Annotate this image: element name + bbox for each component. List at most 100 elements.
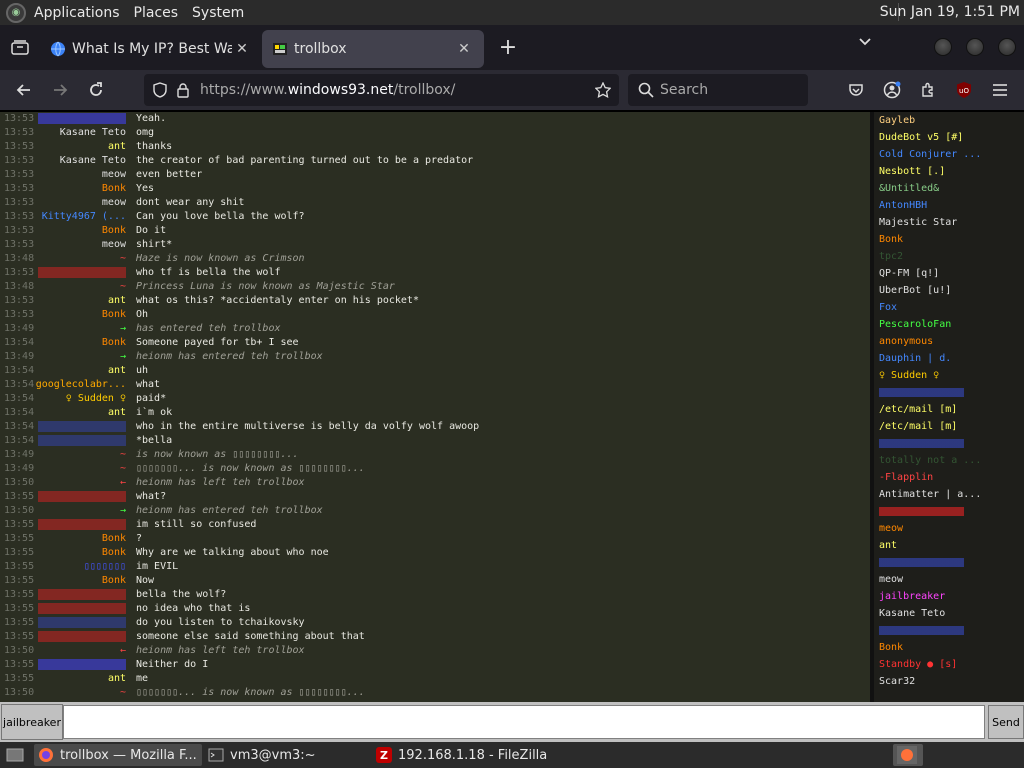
user-list-item[interactable] <box>874 503 1024 520</box>
message-nick[interactable]: ▯▯▯▯▯▯▯ <box>84 560 126 574</box>
shield-icon[interactable] <box>152 82 168 98</box>
message-nick[interactable] <box>38 421 126 432</box>
url-bar[interactable]: https://www.windows93.net/trollbox/ <box>144 74 619 106</box>
user-list-item[interactable]: &Untitled& <box>874 180 1024 197</box>
message-nick[interactable]: ♀ Sudden ♀ <box>66 392 126 406</box>
user-list-item[interactable]: UberBot [u!] <box>874 282 1024 299</box>
taskbar-firefox[interactable]: trollbox — Mozilla F... <box>34 744 202 766</box>
user-list-item[interactable]: meow <box>874 571 1024 588</box>
user-list-item[interactable]: Kasane Teto <box>874 605 1024 622</box>
message-nick[interactable] <box>38 491 126 502</box>
back-button[interactable] <box>6 74 42 106</box>
user-list-item[interactable] <box>874 622 1024 639</box>
user-list-item[interactable]: Scar32 <box>874 673 1024 690</box>
message-nick[interactable] <box>38 631 126 642</box>
reload-button[interactable] <box>78 74 114 106</box>
user-list-item[interactable]: ♀ Sudden ♀ <box>874 367 1024 384</box>
message-nick[interactable]: → <box>120 504 126 518</box>
message-nick[interactable]: → <box>120 322 126 336</box>
system-menu[interactable]: System <box>192 5 244 21</box>
user-list-item[interactable] <box>874 435 1024 452</box>
close-tab-icon[interactable]: ✕ <box>454 41 474 57</box>
message-nick[interactable] <box>38 519 126 530</box>
show-desktop-button[interactable] <box>2 744 30 766</box>
user-list-item[interactable]: PescaroloFan <box>874 316 1024 333</box>
message-nick[interactable]: meow <box>102 168 126 182</box>
send-button[interactable]: Send <box>988 705 1024 739</box>
user-list-item[interactable]: meow <box>874 520 1024 537</box>
user-list-item[interactable]: Fox <box>874 299 1024 316</box>
message-list[interactable]: 13:53 Yeah. 13:53 Kasane Teto omg 13:53 ant tha… <box>0 112 870 702</box>
message-nick[interactable]: ant <box>108 364 126 378</box>
message-nick[interactable] <box>38 267 126 278</box>
message-nick[interactable]: Bonk <box>102 574 126 588</box>
user-list-item[interactable]: Standby ● [s] <box>874 656 1024 673</box>
message-nick[interactable]: ~ <box>120 462 126 476</box>
user-list-item[interactable]: totally not a ... <box>874 452 1024 469</box>
user-list-item[interactable]: ant <box>874 537 1024 554</box>
message-nick[interactable]: Bonk <box>102 336 126 350</box>
close-window-button[interactable] <box>998 38 1016 56</box>
workspace-switcher[interactable] <box>893 744 923 766</box>
applications-menu[interactable]: Applications <box>34 5 120 21</box>
message-nick[interactable]: ~ <box>120 280 126 294</box>
user-list-item[interactable]: Bonk <box>874 639 1024 656</box>
message-nick[interactable] <box>38 603 126 614</box>
tab-trollbox[interactable]: trollbox ✕ <box>262 29 484 68</box>
clock[interactable]: Sun Jan 19, 1:51 PM <box>880 4 1020 20</box>
extensions-icon[interactable] <box>916 78 940 102</box>
user-list-item[interactable]: Gayleb <box>874 112 1024 129</box>
message-nick[interactable]: ~ <box>120 686 126 700</box>
close-tab-icon[interactable]: ✕ <box>232 41 252 57</box>
account-icon[interactable] <box>880 78 904 102</box>
message-nick[interactable] <box>38 435 126 446</box>
message-nick[interactable]: ant <box>108 406 126 420</box>
message-nick[interactable]: meow <box>102 196 126 210</box>
user-list-item[interactable] <box>874 554 1024 571</box>
distro-logo-icon[interactable]: ◉ <box>6 2 26 23</box>
message-nick[interactable]: ~ <box>120 448 126 462</box>
message-nick[interactable]: googlecolabr... <box>36 378 126 392</box>
message-nick[interactable]: Bonk <box>102 532 126 546</box>
user-list-item[interactable]: Bonk <box>874 231 1024 248</box>
tab-overview-button[interactable] <box>0 25 40 70</box>
user-list-item[interactable]: /etc/mail [m] <box>874 418 1024 435</box>
pocket-icon[interactable] <box>844 78 868 102</box>
user-list-item[interactable]: Nesbott [.] <box>874 163 1024 180</box>
user-list-item[interactable] <box>874 384 1024 401</box>
user-list[interactable]: Gayleb DudeBot v5 [#] Cold Conjurer ... Nes… <box>874 112 1024 702</box>
message-nick[interactable] <box>38 589 126 600</box>
user-list-item[interactable]: Antimatter | a... <box>874 486 1024 503</box>
message-nick[interactable]: ant <box>108 140 126 154</box>
hamburger-menu-icon[interactable] <box>988 78 1012 102</box>
maximize-window-button[interactable] <box>966 38 984 56</box>
message-nick[interactable] <box>38 617 126 628</box>
message-nick[interactable]: Bonk <box>102 182 126 196</box>
user-list-item[interactable]: -Flapplin <box>874 469 1024 486</box>
message-nick[interactable] <box>38 659 126 670</box>
minimize-window-button[interactable] <box>934 38 952 56</box>
message-nick[interactable]: ← <box>120 476 126 490</box>
places-menu[interactable]: Places <box>134 5 179 21</box>
message-nick[interactable]: Kasane Teto <box>60 126 126 140</box>
new-tab-button[interactable]: + <box>490 30 526 66</box>
message-nick[interactable]: → <box>120 350 126 364</box>
message-nick[interactable]: Bonk <box>102 224 126 238</box>
list-all-tabs-chevron-icon[interactable] <box>858 35 872 53</box>
ublock-origin-icon[interactable]: uO <box>952 78 976 102</box>
message-nick[interactable]: meow <box>102 238 126 252</box>
tab-whatismyip[interactable]: What Is My IP? Best Way To ✕ <box>40 30 262 68</box>
message-input[interactable] <box>63 705 985 739</box>
message-nick[interactable]: Kitty4967 (... <box>42 210 126 224</box>
message-nick[interactable]: ant <box>108 672 126 686</box>
message-nick[interactable]: Kasane Teto <box>60 154 126 168</box>
user-list-item[interactable]: Dauphin | d. <box>874 350 1024 367</box>
message-nick[interactable]: Bonk <box>102 308 126 322</box>
user-list-item[interactable]: anonymous <box>874 333 1024 350</box>
user-list-item[interactable]: QP-FM [q!] <box>874 265 1024 282</box>
user-list-item[interactable]: Majestic Star <box>874 214 1024 231</box>
message-nick[interactable] <box>38 113 126 124</box>
message-nick[interactable]: ← <box>120 644 126 658</box>
message-nick[interactable]: ant <box>108 294 126 308</box>
forward-button[interactable] <box>42 74 78 106</box>
